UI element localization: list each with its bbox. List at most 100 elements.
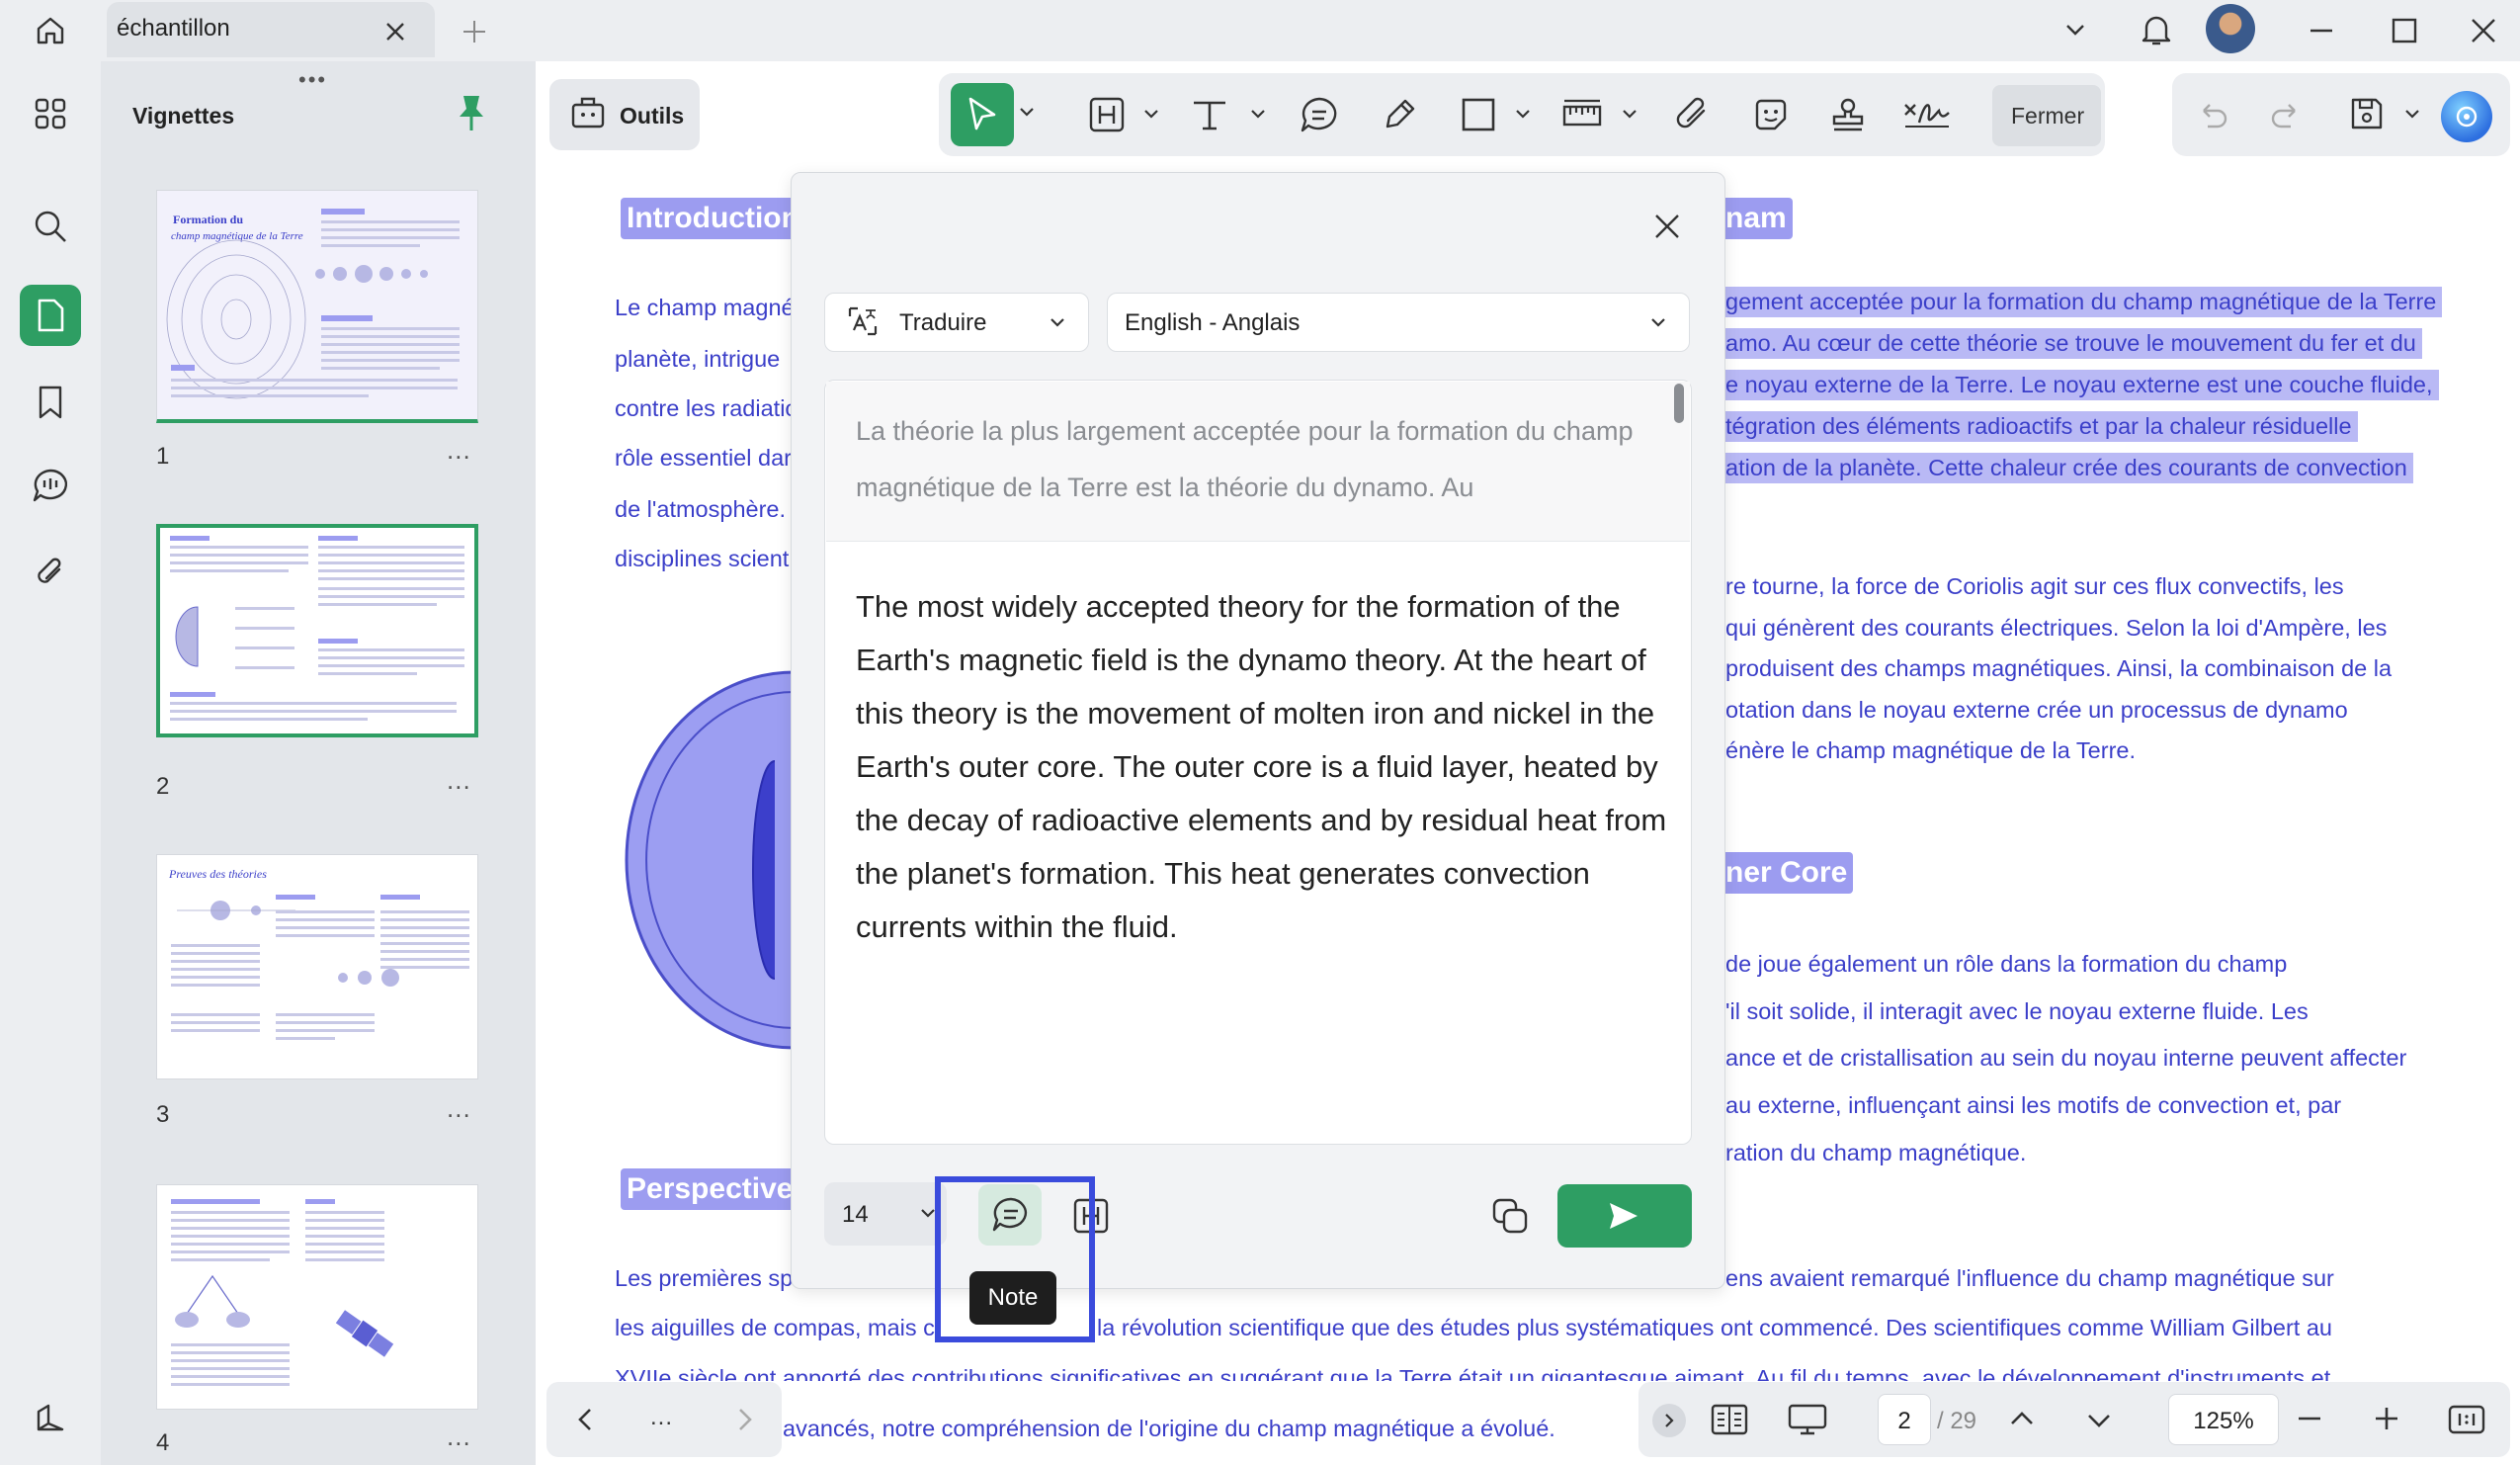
attachment-icon[interactable] xyxy=(20,542,81,603)
collapse-bar-chevron-icon[interactable] xyxy=(1652,1404,1686,1437)
earth-core-illustration xyxy=(607,662,804,1058)
page-4-more-button[interactable]: ... xyxy=(447,1422,471,1452)
cursor-icon xyxy=(965,95,1000,134)
text-icon[interactable] xyxy=(1190,95,1229,134)
mode-chevron-down-icon xyxy=(1048,312,1067,332)
pages-icon[interactable] xyxy=(20,285,81,346)
close-tab-icon[interactable] xyxy=(376,12,415,51)
thumbnail-page-3[interactable]: Preuves des théories xyxy=(156,854,478,1079)
page-1-more-button[interactable]: ... xyxy=(447,435,471,466)
doc-left-line-1: Le champ magné xyxy=(615,295,795,321)
doc-right-highlight-5: ation de la planète. Cette chaleur crée … xyxy=(1725,453,2413,483)
thumbnail-page-2[interactable] xyxy=(156,524,478,737)
doc-right-line-3-5: ration du champ magnétique. xyxy=(1725,1140,2026,1166)
avatar[interactable] xyxy=(2206,4,2255,53)
page-3-more-button[interactable]: ... xyxy=(447,1093,471,1124)
save-dropdown-chevron-icon[interactable] xyxy=(2403,105,2421,123)
bell-icon[interactable] xyxy=(2133,6,2180,53)
heading-introduction: Introduction xyxy=(621,198,805,239)
doc-bottom-line-3: avancés, notre compréhension de l'origin… xyxy=(783,1416,1555,1442)
prev-icon[interactable] xyxy=(573,1406,599,1433)
save-icon[interactable] xyxy=(2348,95,2386,132)
doc-left-line-3: contre les radiatio xyxy=(615,395,798,422)
document-tab-label: échantillon xyxy=(117,15,230,43)
translation-result-text: The most widely accepted theory for the … xyxy=(856,580,1676,954)
doc-right-highlight-1: gement acceptée pour la formation du cha… xyxy=(1725,287,2442,317)
page-2-more-button[interactable]: ... xyxy=(447,765,471,796)
close-window-icon[interactable] xyxy=(2461,8,2506,53)
source-text: La théorie la plus largement acceptée po… xyxy=(856,403,1646,516)
mode-label: Traduire xyxy=(899,309,986,337)
undo-icon[interactable] xyxy=(2196,97,2229,130)
heading-dropdown-chevron-icon[interactable] xyxy=(1142,105,1160,123)
select-tool-dropdown-chevron-icon[interactable] xyxy=(1018,103,1036,121)
doc-right-highlight-3: e noyau externe de la Terre. Le noyau ex… xyxy=(1725,370,2439,400)
signature-icon[interactable] xyxy=(1901,95,1953,134)
tools-label: Outils xyxy=(620,103,684,129)
bookmark-icon[interactable] xyxy=(20,372,81,433)
pin-icon[interactable] xyxy=(457,93,486,134)
search-icon[interactable] xyxy=(20,196,81,257)
page-number-2: 2 xyxy=(156,773,169,801)
thumb-1-illustration xyxy=(157,191,478,423)
actual-size-icon[interactable] xyxy=(2447,1404,2486,1435)
source-scrollbar[interactable] xyxy=(1674,384,1684,423)
redo-icon[interactable] xyxy=(2269,97,2303,130)
grid-icon[interactable] xyxy=(20,83,81,144)
doc-right-line-2-4: otation dans le noyau externe crée un pr… xyxy=(1725,697,2348,724)
next-icon[interactable] xyxy=(731,1406,757,1433)
comment-tool-icon[interactable] xyxy=(1299,95,1340,134)
minimize-icon[interactable] xyxy=(2299,8,2344,53)
attachment-tool-icon[interactable] xyxy=(1674,95,1714,134)
page-number-4: 4 xyxy=(156,1429,169,1457)
panel-resize-handle[interactable]: ••• xyxy=(298,67,327,93)
comment-icon[interactable] xyxy=(20,455,81,516)
shape-dropdown-chevron-icon[interactable] xyxy=(1514,105,1532,123)
close-tools-label: Fermer xyxy=(2011,103,2084,129)
doc-left-line-6: disciplines scient xyxy=(615,546,789,572)
page-number-3: 3 xyxy=(156,1101,169,1129)
doc-left-line-5: de l'atmosphère. xyxy=(615,496,786,523)
pen-icon[interactable] xyxy=(1380,95,1419,134)
zoom-out-icon[interactable] xyxy=(2295,1404,2324,1433)
copy-icon[interactable] xyxy=(1490,1196,1530,1236)
left-rail xyxy=(0,61,101,1465)
ai-assistant-icon[interactable] xyxy=(2441,91,2492,142)
layers-icon[interactable] xyxy=(20,1388,81,1449)
page-up-icon[interactable] xyxy=(2008,1406,2036,1431)
ruler-dropdown-chevron-icon[interactable] xyxy=(1621,105,1638,123)
doc-right-highlight-4: tégration des éléments radioactifs et pa… xyxy=(1725,411,2358,442)
doc-right-line-2-2: qui génèrent des courants électriques. S… xyxy=(1725,615,2387,642)
thumbnails-title: Vignettes xyxy=(132,103,234,129)
zoom-in-icon[interactable] xyxy=(2372,1404,2401,1433)
thumbnail-page-1[interactable]: Formation du champ magnétique de la Terr… xyxy=(156,190,478,423)
chevron-down-icon[interactable] xyxy=(2056,10,2095,49)
new-tab-plus-icon[interactable] xyxy=(455,12,494,51)
stamp-icon[interactable] xyxy=(1828,95,1868,134)
doc-left-line-4: rôle essentiel dar xyxy=(615,445,792,472)
sticker-icon[interactable] xyxy=(1751,95,1791,134)
doc-right-line-2-3: produisent des champs magnétiques. Ainsi… xyxy=(1725,655,2392,682)
text-dropdown-chevron-icon[interactable] xyxy=(1249,105,1267,123)
doc-persp-line-right: ens avaient remarqué l'influence du cham… xyxy=(1725,1265,2334,1292)
two-page-view-icon[interactable] xyxy=(1710,1402,1749,1437)
rectangle-icon[interactable] xyxy=(1459,95,1498,134)
thumbnail-page-4[interactable] xyxy=(156,1184,478,1410)
send-icon xyxy=(1607,1200,1640,1232)
heading-introduction-right: nam xyxy=(1725,198,1793,239)
ruler-icon[interactable] xyxy=(1561,95,1603,134)
heading-icon[interactable] xyxy=(1087,95,1127,134)
nav-more-button[interactable]: ... xyxy=(650,1404,673,1431)
doc-right-line-3-1: de joue également un rôle dans la format… xyxy=(1725,951,2287,978)
home-icon[interactable] xyxy=(14,4,87,57)
maximize-icon[interactable] xyxy=(2382,8,2427,53)
presentation-icon[interactable] xyxy=(1787,1402,1828,1437)
thumb-3-illustration xyxy=(157,855,478,1079)
doc-right-line-3-2: 'il soit solide, il interagit avec le no… xyxy=(1725,998,2309,1025)
page-down-icon[interactable] xyxy=(2085,1408,2113,1433)
doc-right-highlight-2: amo. Au cœur de cette théorie se trouve … xyxy=(1725,328,2422,359)
close-panel-icon[interactable] xyxy=(1652,212,1682,241)
doc-bottom-line-1-left: les aiguilles de compas, mais c xyxy=(615,1315,935,1341)
page-number-1: 1 xyxy=(156,443,169,471)
heading-perspective: Perspective xyxy=(621,1168,798,1210)
